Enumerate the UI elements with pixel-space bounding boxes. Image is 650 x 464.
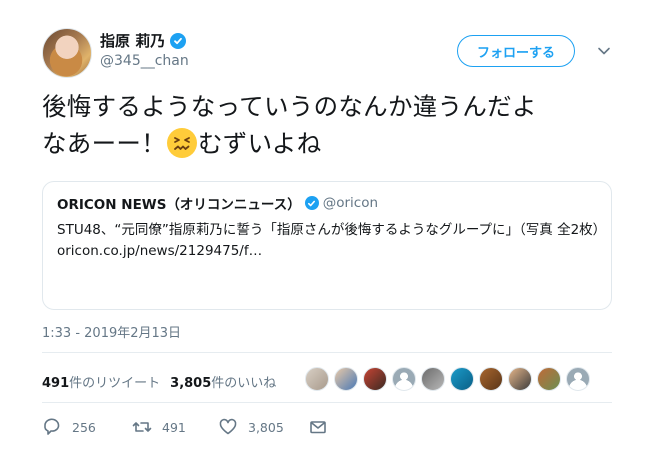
reply-count: 256 xyxy=(72,419,96,435)
liker-avatar[interactable] xyxy=(421,367,445,391)
like-action[interactable]: 3,805 xyxy=(218,417,308,437)
liker-avatar[interactable] xyxy=(392,367,416,391)
retweets-stat[interactable]: 491件のリツイート xyxy=(42,372,160,391)
liker-avatar[interactable] xyxy=(450,367,474,391)
likes-stat-label: 件のいいね xyxy=(211,376,277,391)
follow-button[interactable]: フォローする xyxy=(457,35,575,67)
verified-badge-icon xyxy=(170,32,187,49)
direct-message-action[interactable] xyxy=(308,417,328,437)
tweet-text: 後悔するようなっていうのなんか違うんだよ なあーー！ むずいよね xyxy=(42,88,627,162)
liker-avatars xyxy=(305,367,590,391)
liker-avatar[interactable] xyxy=(479,367,503,391)
engagement-stats: 491件のリツイート 3,805件のいいね xyxy=(42,372,276,391)
reply-icon xyxy=(44,418,60,435)
quoted-tweet-body: STU48、“元同僚”指原莉乃に誓う「指原さんが後悔するようなグループに」（写真… xyxy=(57,222,607,238)
retweets-stat-label: 件のリツイート xyxy=(69,376,161,391)
retweets-stat-count: 491 xyxy=(42,376,70,391)
heart-icon xyxy=(219,418,237,435)
quoted-tweet-handle: @oricon xyxy=(322,195,379,211)
divider-top xyxy=(42,352,612,353)
liker-avatar[interactable] xyxy=(537,367,561,391)
retweet-count: 491 xyxy=(162,419,186,435)
quoted-tweet-link[interactable]: oricon.co.jp/news/2129475/f… xyxy=(57,243,597,259)
tweet-text-line1: 後悔するようなっていうのなんか違うんだよ xyxy=(42,92,537,121)
likes-stat-count: 3,805 xyxy=(170,376,212,391)
retweet-action[interactable]: 491 xyxy=(132,417,218,437)
reply-action[interactable]: 256 xyxy=(42,417,132,437)
tweet-text-line2-end: むずいよね xyxy=(198,129,322,158)
tweet-actions: 256 491 3,805 xyxy=(42,417,328,437)
chevron-down-icon[interactable] xyxy=(597,44,611,58)
retweet-icon xyxy=(132,422,152,432)
tweet-text-line2-start: なあーー！ xyxy=(42,129,166,158)
divider-bottom xyxy=(42,402,612,403)
tweet-timestamp[interactable]: 1:33 - 2019年2月13日 xyxy=(42,322,181,341)
author-display-name[interactable]: 指原 莉乃 xyxy=(100,30,165,51)
quoted-tweet-header: ORICON NEWS（オリコンニュース） @oricon xyxy=(57,193,597,213)
quoted-tweet-author-name: ORICON NEWS（オリコンニュース） xyxy=(57,197,301,213)
quoted-verified-badge-icon xyxy=(304,196,319,210)
liker-avatar[interactable] xyxy=(305,367,329,391)
author-handle[interactable]: @345__chan xyxy=(100,53,189,69)
author-name-row[interactable]: 指原 莉乃 xyxy=(100,30,187,51)
liker-avatar[interactable] xyxy=(334,367,358,391)
author-avatar[interactable] xyxy=(42,28,92,78)
liker-avatar[interactable] xyxy=(566,367,590,391)
quoted-tweet-card[interactable]: ORICON NEWS（オリコンニュース） @oricon STU48、“元同僚… xyxy=(42,181,612,310)
liker-avatar[interactable] xyxy=(363,367,387,391)
like-count: 3,805 xyxy=(248,419,284,435)
envelope-icon xyxy=(310,421,326,434)
likes-stat[interactable]: 3,805件のいいね xyxy=(170,372,276,391)
liker-avatar[interactable] xyxy=(508,367,532,391)
confounded-face-emoji-icon xyxy=(167,128,197,158)
